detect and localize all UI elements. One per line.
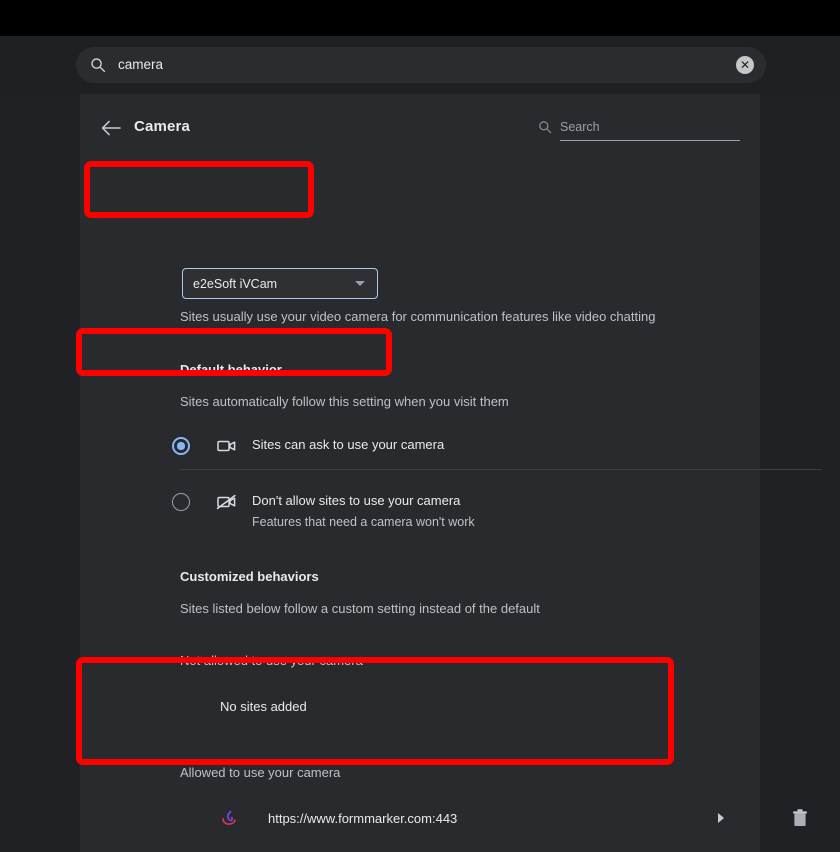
camera-device-select[interactable]: e2eSoft iVCam [182,268,378,299]
page-search-placeholder: Search [560,119,600,134]
global-search-box[interactable]: camera ✕ [76,47,766,83]
sidebar-strip [0,94,81,852]
blocked-list-label: Not allowed to use your camera [180,653,363,668]
chevron-down-icon [355,281,365,286]
chevron-right-icon[interactable] [718,813,724,823]
allowed-site-row[interactable]: https://www.formmarker.com:443 [180,800,740,836]
global-search-value: camera [118,57,164,73]
radio-option-label: Don't allow sites to use your camera [252,493,461,508]
radio-option-texts: Don't allow sites to use your camera Fea… [252,492,475,531]
trash-icon[interactable] [788,806,812,830]
blocked-list-empty: No sites added [220,699,307,714]
camera-device-hint: Sites usually use your video camera for … [180,309,656,324]
customized-behaviors-description: Sites listed below follow a custom setti… [180,601,540,616]
radio-option-sublabel: Features that need a camera won't work [252,515,475,529]
page-search-input[interactable]: Search [539,116,740,141]
camera-device-value: e2eSoft iVCam [193,276,278,291]
options-divider [180,469,822,470]
window-titlebar [0,0,840,36]
radio-option-label: Sites can ask to use your camera [252,437,445,452]
default-behavior-title: Default behavior [180,362,282,377]
back-arrow-icon[interactable] [98,114,126,142]
radio-option-sites-can-ask[interactable]: Sites can ask to use your camera [172,436,742,456]
page-title: Camera [134,118,190,135]
formmarker-favicon [220,809,238,827]
customized-behaviors-title: Customized behaviors [180,569,319,584]
right-gutter [760,94,840,852]
allowed-list-label: Allowed to use your camera [180,765,341,780]
settings-content-panel: Camera Search e2eSoft iVCam Sites usuall… [80,94,822,852]
search-icon [538,120,552,134]
camera-icon [216,436,238,456]
content-header: Camera Search [80,104,760,152]
clear-icon[interactable]: ✕ [736,56,754,74]
search-icon [90,57,106,73]
radio-option-texts: Sites can ask to use your camera [252,436,444,454]
radio-indicator-selected[interactable] [172,437,190,455]
radio-option-dont-allow[interactable]: Don't allow sites to use your camera Fea… [172,492,742,531]
default-behavior-description: Sites automatically follow this setting … [180,394,509,409]
allowed-site-url: https://www.formmarker.com:443 [268,810,458,826]
radio-indicator-unselected[interactable] [172,493,190,511]
camera-off-icon [216,492,238,512]
settings-page: Camera Search e2eSoft iVCam Sites usuall… [0,94,840,852]
